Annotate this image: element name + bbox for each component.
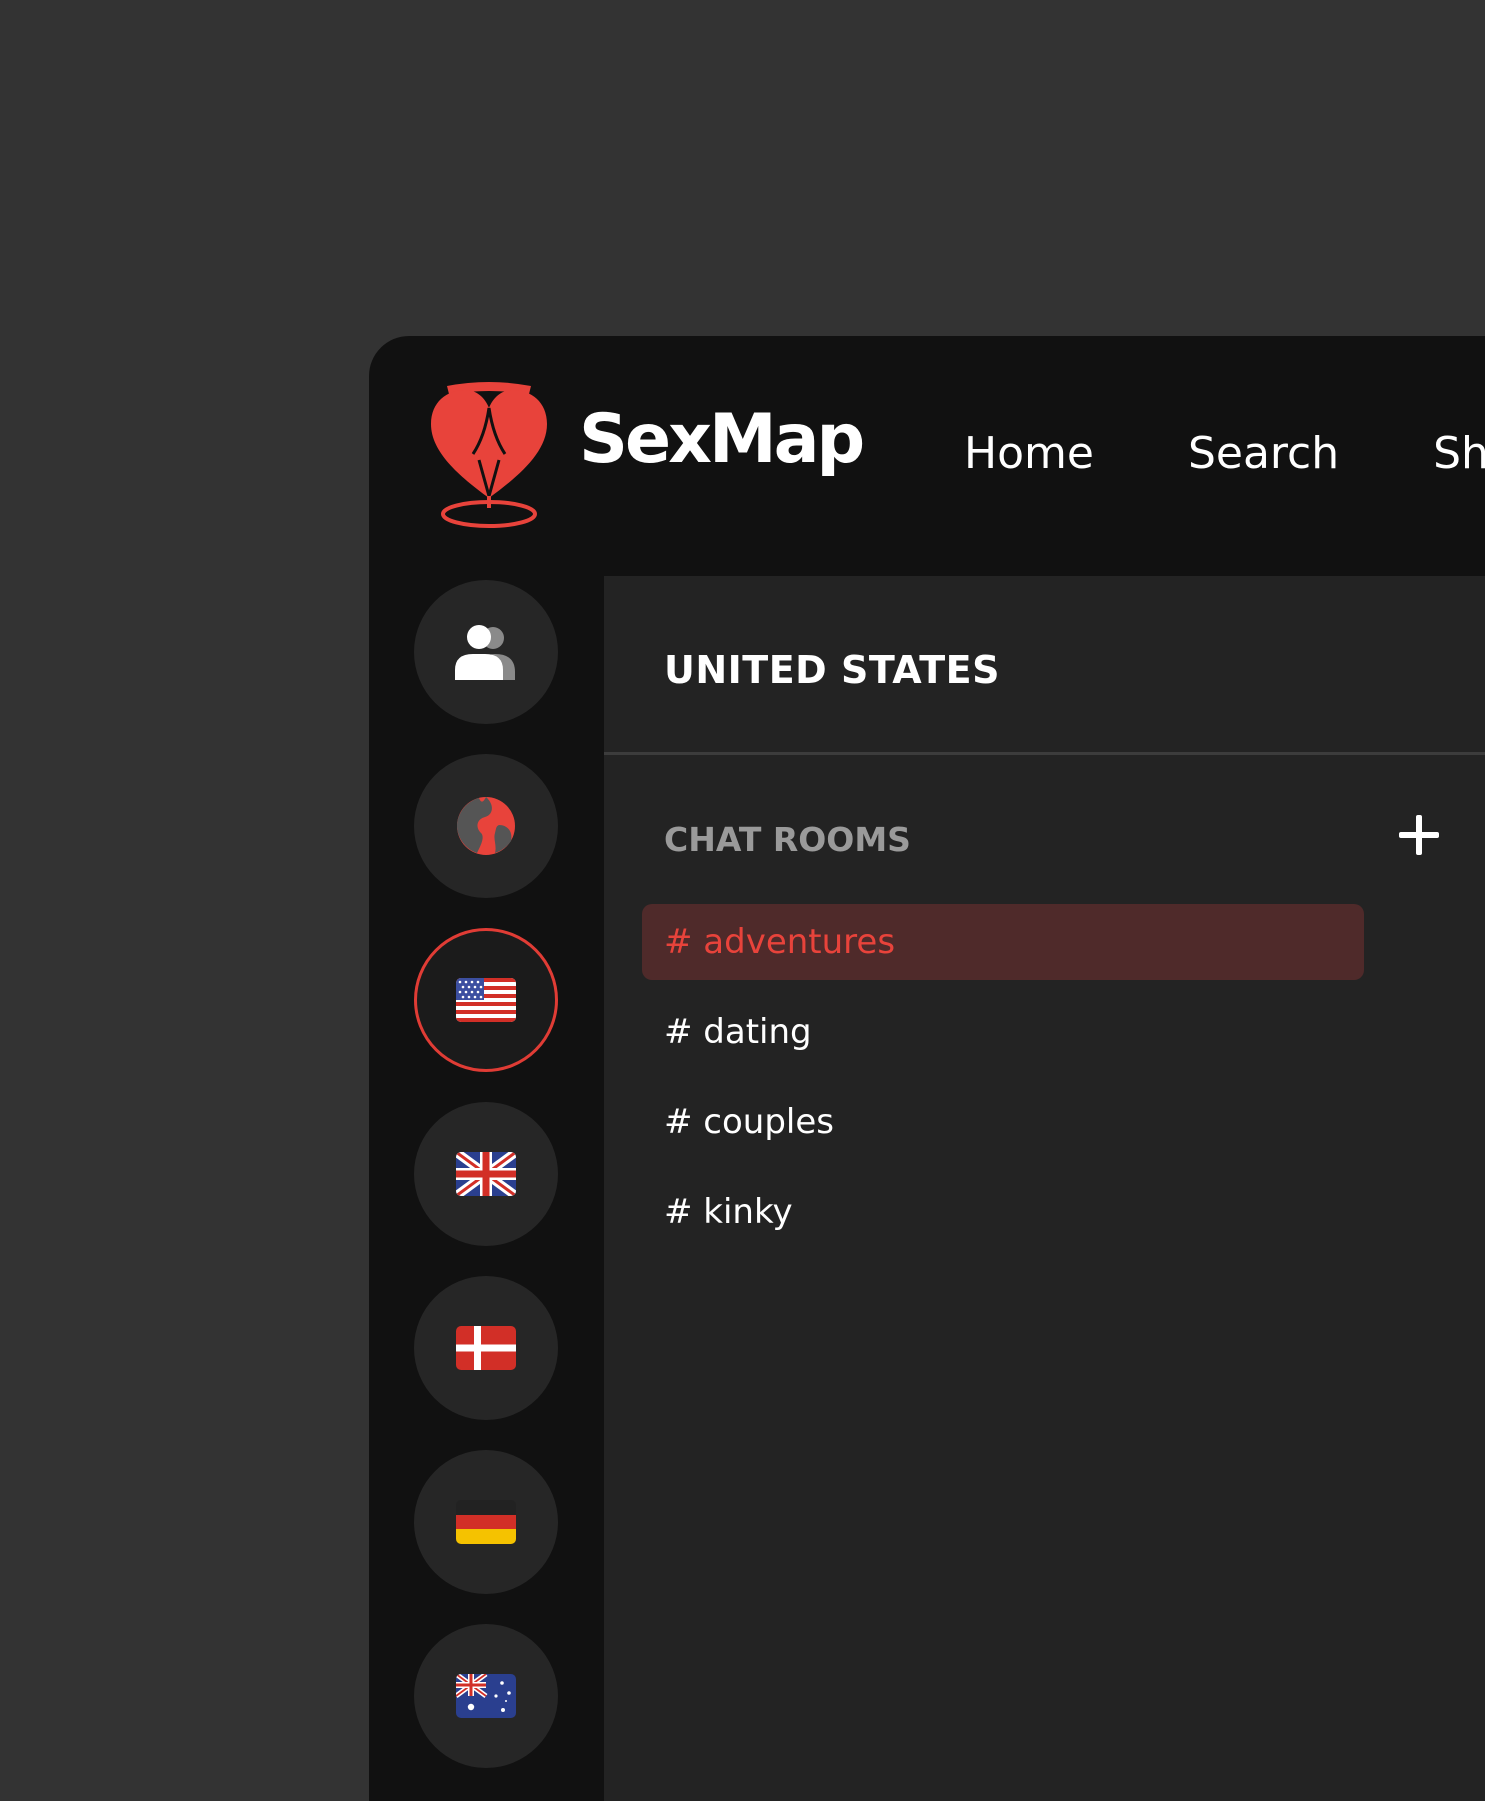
room-adventures[interactable]: # adventures [642, 904, 1364, 980]
top-bar: SexMap Home Search Sh [369, 336, 1485, 576]
nav-search[interactable]: Search [1188, 432, 1339, 476]
app-window: SexMap Home Search Sh UNITED STATES CHAT… [369, 336, 1485, 1801]
chat-room-list: # adventures # dating # couples # kinky [642, 904, 1364, 1264]
plus-icon[interactable] [1395, 811, 1443, 859]
panel-header: UNITED STATES [604, 576, 1485, 755]
room-dating[interactable]: # dating [642, 994, 1364, 1070]
chat-rooms-heading: CHAT ROOMS [664, 820, 911, 859]
rail-global-button[interactable] [414, 754, 558, 898]
germany-flag-icon [456, 1500, 516, 1544]
rail-germany-button[interactable] [414, 1450, 558, 1594]
rail-australia-button[interactable] [414, 1624, 558, 1768]
channel-panel: UNITED STATES CHAT ROOMS # adventures # … [604, 576, 1485, 1801]
server-rail [414, 580, 559, 1798]
rail-denmark-button[interactable] [414, 1276, 558, 1420]
room-couples[interactable]: # couples [642, 1084, 1364, 1160]
rail-us-button[interactable] [414, 928, 558, 1072]
page-title: UNITED STATES [664, 648, 1000, 692]
main-nav: Home Search Sh [964, 432, 1485, 476]
rail-uk-button[interactable] [414, 1102, 558, 1246]
users-icon [455, 625, 515, 680]
nav-home[interactable]: Home [964, 432, 1094, 476]
brand-name[interactable]: SexMap [579, 406, 865, 474]
globe-icon [457, 797, 515, 855]
australia-flag-icon [456, 1674, 516, 1718]
nav-sh[interactable]: Sh [1433, 432, 1485, 476]
uk-flag-icon [456, 1152, 516, 1196]
heart-pin-icon[interactable] [429, 380, 549, 530]
room-kinky[interactable]: # kinky [642, 1174, 1364, 1250]
us-flag-icon [456, 978, 516, 1022]
denmark-flag-icon [456, 1326, 516, 1370]
rail-users-button[interactable] [414, 580, 558, 724]
